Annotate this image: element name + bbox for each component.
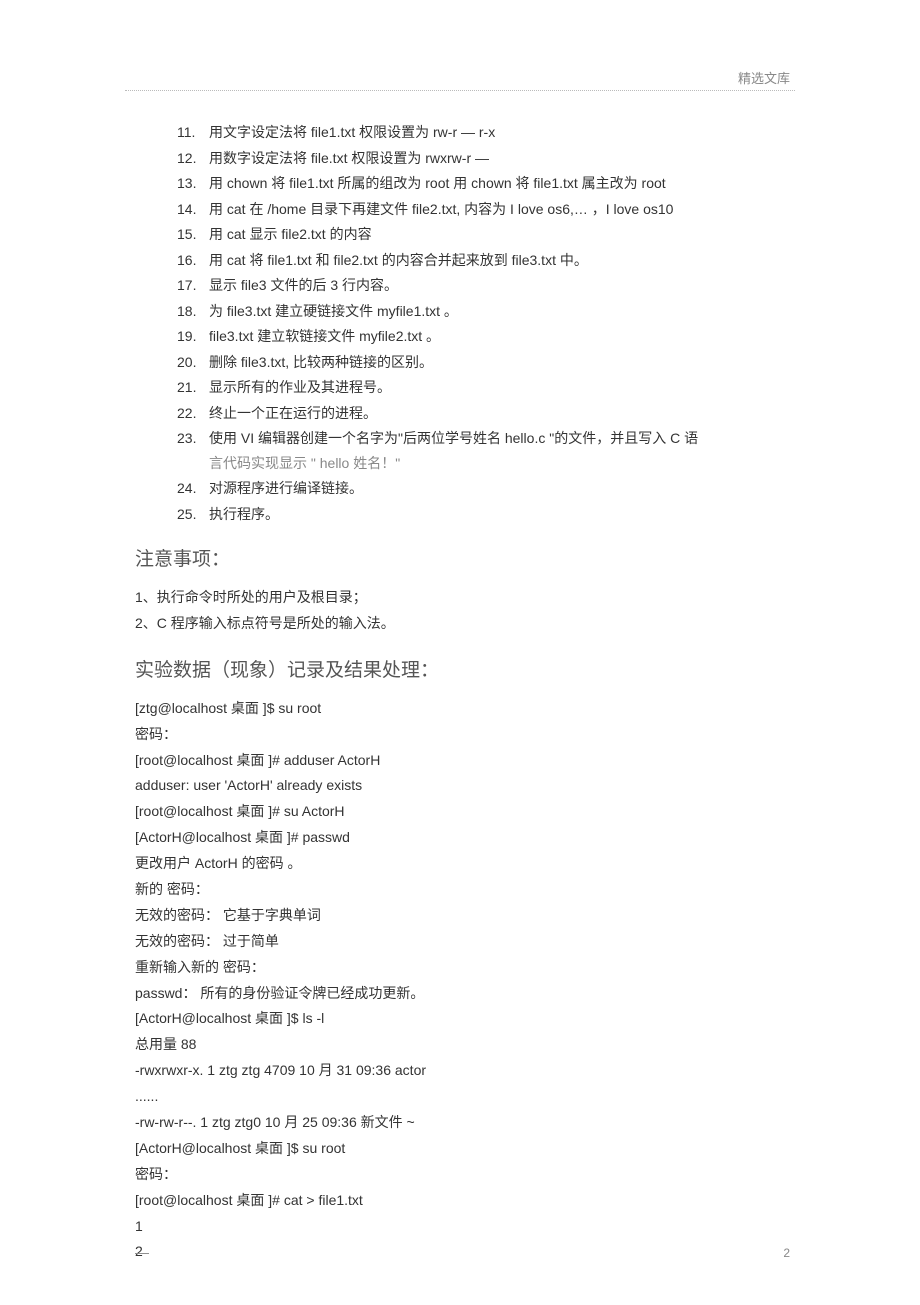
item-text: 显示 file3 文件的后 3 行内容。 [209, 277, 398, 293]
item-number: 23. [177, 426, 209, 451]
item-text: 用文字设定法将 file1.txt 权限设置为 rw-r — r-x [209, 124, 495, 140]
item-number: 21. [177, 375, 209, 400]
section-title-data: 实验数据（现象）记录及结果处理： [135, 655, 785, 682]
term-line: [ActorH@localhost 桌面 ]# passwd [135, 825, 785, 851]
term-line: 更改用户 ActorH 的密码 。 [135, 851, 785, 877]
note-line: 2、C 程序输入标点符号是所处的输入法。 [135, 611, 785, 637]
list-item: 11.用文字设定法将 file1.txt 权限设置为 rw-r — r-x [177, 120, 785, 145]
term-line: [root@localhost 桌面 ]# su ActorH [135, 799, 785, 825]
item-text: 对源程序进行编译链接。 [209, 480, 363, 496]
item-number: 15. [177, 222, 209, 247]
item-number: 19. [177, 324, 209, 349]
item-number: 17. [177, 273, 209, 298]
section-title-notes: 注意事项： [135, 544, 785, 571]
item-number: 12. [177, 146, 209, 171]
note-line: 1、执行命令时所处的用户及根目录； [135, 585, 785, 611]
list-item: 16.用 cat 将 file1.txt 和 file2.txt 的内容合并起来… [177, 248, 785, 273]
item-text: 为 file3.txt 建立硬链接文件 myfile1.txt 。 [209, 303, 458, 319]
notes-lines: 1、执行命令时所处的用户及根目录； 2、C 程序输入标点符号是所处的输入法。 [135, 585, 785, 637]
item-number: 24. [177, 476, 209, 501]
item-text: 用 chown 将 file1.txt 所属的组改为 root 用 chown … [209, 175, 666, 191]
item-number: 18. [177, 299, 209, 324]
item-number: 25. [177, 502, 209, 527]
item-number: 13. [177, 171, 209, 196]
item-number: 22. [177, 401, 209, 426]
list-item: 18.为 file3.txt 建立硬链接文件 myfile1.txt 。 [177, 299, 785, 324]
term-line: 密码： [135, 722, 785, 748]
item-text: 使用 VI 编辑器创建一个名字为"后两位学号姓名 hello.c "的文件，并且… [209, 430, 698, 446]
footer-dash: — [135, 1244, 149, 1260]
item-number: 20. [177, 350, 209, 375]
term-line: 新的 密码： [135, 877, 785, 903]
list-item: 19.file3.txt 建立软链接文件 myfile2.txt 。 [177, 324, 785, 349]
item-text: 用 cat 将 file1.txt 和 file2.txt 的内容合并起来放到 … [209, 252, 588, 268]
page-content: 11.用文字设定法将 file1.txt 权限设置为 rw-r — r-x 12… [0, 0, 920, 1305]
term-line: -rw-rw-r--. 1 ztg ztg0 10 月 25 09:36 新文件… [135, 1110, 785, 1136]
term-line: [ztg@localhost 桌面 ]$ su root [135, 696, 785, 722]
term-line: -rwxrwxr-x. 1 ztg ztg 4709 10 月 31 09:36… [135, 1058, 785, 1084]
item-text: 显示所有的作业及其进程号。 [209, 379, 391, 395]
item-number: 11. [177, 120, 209, 145]
term-line: [ActorH@localhost 桌面 ]$ ls -l [135, 1006, 785, 1032]
item-text: 终止一个正在运行的进程。 [209, 405, 377, 421]
numbered-list: 11.用文字设定法将 file1.txt 权限设置为 rw-r — r-x 12… [135, 120, 785, 526]
item-text: file3.txt 建立软链接文件 myfile2.txt 。 [209, 328, 440, 344]
term-line: 1 [135, 1214, 785, 1240]
item-number: 16. [177, 248, 209, 273]
term-line: 重新输入新的 密码： [135, 955, 785, 981]
item-text: 执行程序。 [209, 506, 279, 522]
term-line: 无效的密码： 过于简单 [135, 929, 785, 955]
list-item: 24.对源程序进行编译链接。 [177, 476, 785, 501]
list-item: 22.终止一个正在运行的进程。 [177, 401, 785, 426]
term-line: adduser: user 'ActorH' already exists [135, 773, 785, 799]
list-item: 21.显示所有的作业及其进程号。 [177, 375, 785, 400]
item-text: 用数字设定法将 file.txt 权限设置为 rwxrw-r — [209, 150, 489, 166]
page-number: 2 [783, 1246, 790, 1260]
item-text: 用 cat 显示 file2.txt 的内容 [209, 226, 372, 242]
list-item: 15.用 cat 显示 file2.txt 的内容 [177, 222, 785, 247]
list-item: 20.删除 file3.txt, 比较两种链接的区别。 [177, 350, 785, 375]
term-line: [root@localhost 桌面 ]# cat > file1.txt [135, 1188, 785, 1214]
item-subtext: 言代码实现显示 " hello 姓名！" [177, 451, 785, 476]
list-item: 17.显示 file3 文件的后 3 行内容。 [177, 273, 785, 298]
term-line: 无效的密码： 它基于字典单词 [135, 903, 785, 929]
term-line: ...... [135, 1084, 785, 1110]
list-item: 25.执行程序。 [177, 502, 785, 527]
list-item: 14.用 cat 在 /home 目录下再建文件 file2.txt, 内容为 … [177, 197, 785, 222]
list-item: 13.用 chown 将 file1.txt 所属的组改为 root 用 cho… [177, 171, 785, 196]
term-line: 密码： [135, 1162, 785, 1188]
list-item: 23.使用 VI 编辑器创建一个名字为"后两位学号姓名 hello.c "的文件… [177, 426, 785, 475]
term-line: [root@localhost 桌面 ]# adduser ActorH [135, 748, 785, 774]
term-line: 总用量 88 [135, 1032, 785, 1058]
term-line: passwd： 所有的身份验证令牌已经成功更新。 [135, 981, 785, 1007]
terminal-output: [ztg@localhost 桌面 ]$ su root 密码： [root@l… [135, 696, 785, 1266]
term-line: 2 [135, 1239, 785, 1265]
list-item: 12.用数字设定法将 file.txt 权限设置为 rwxrw-r — [177, 146, 785, 171]
item-text: 删除 file3.txt, 比较两种链接的区别。 [209, 354, 433, 370]
header-divider [125, 90, 795, 91]
item-text: 用 cat 在 /home 目录下再建文件 file2.txt, 内容为 I l… [209, 201, 673, 217]
term-line: [ActorH@localhost 桌面 ]$ su root [135, 1136, 785, 1162]
item-number: 14. [177, 197, 209, 222]
header-label: 精选文库 [738, 68, 790, 87]
